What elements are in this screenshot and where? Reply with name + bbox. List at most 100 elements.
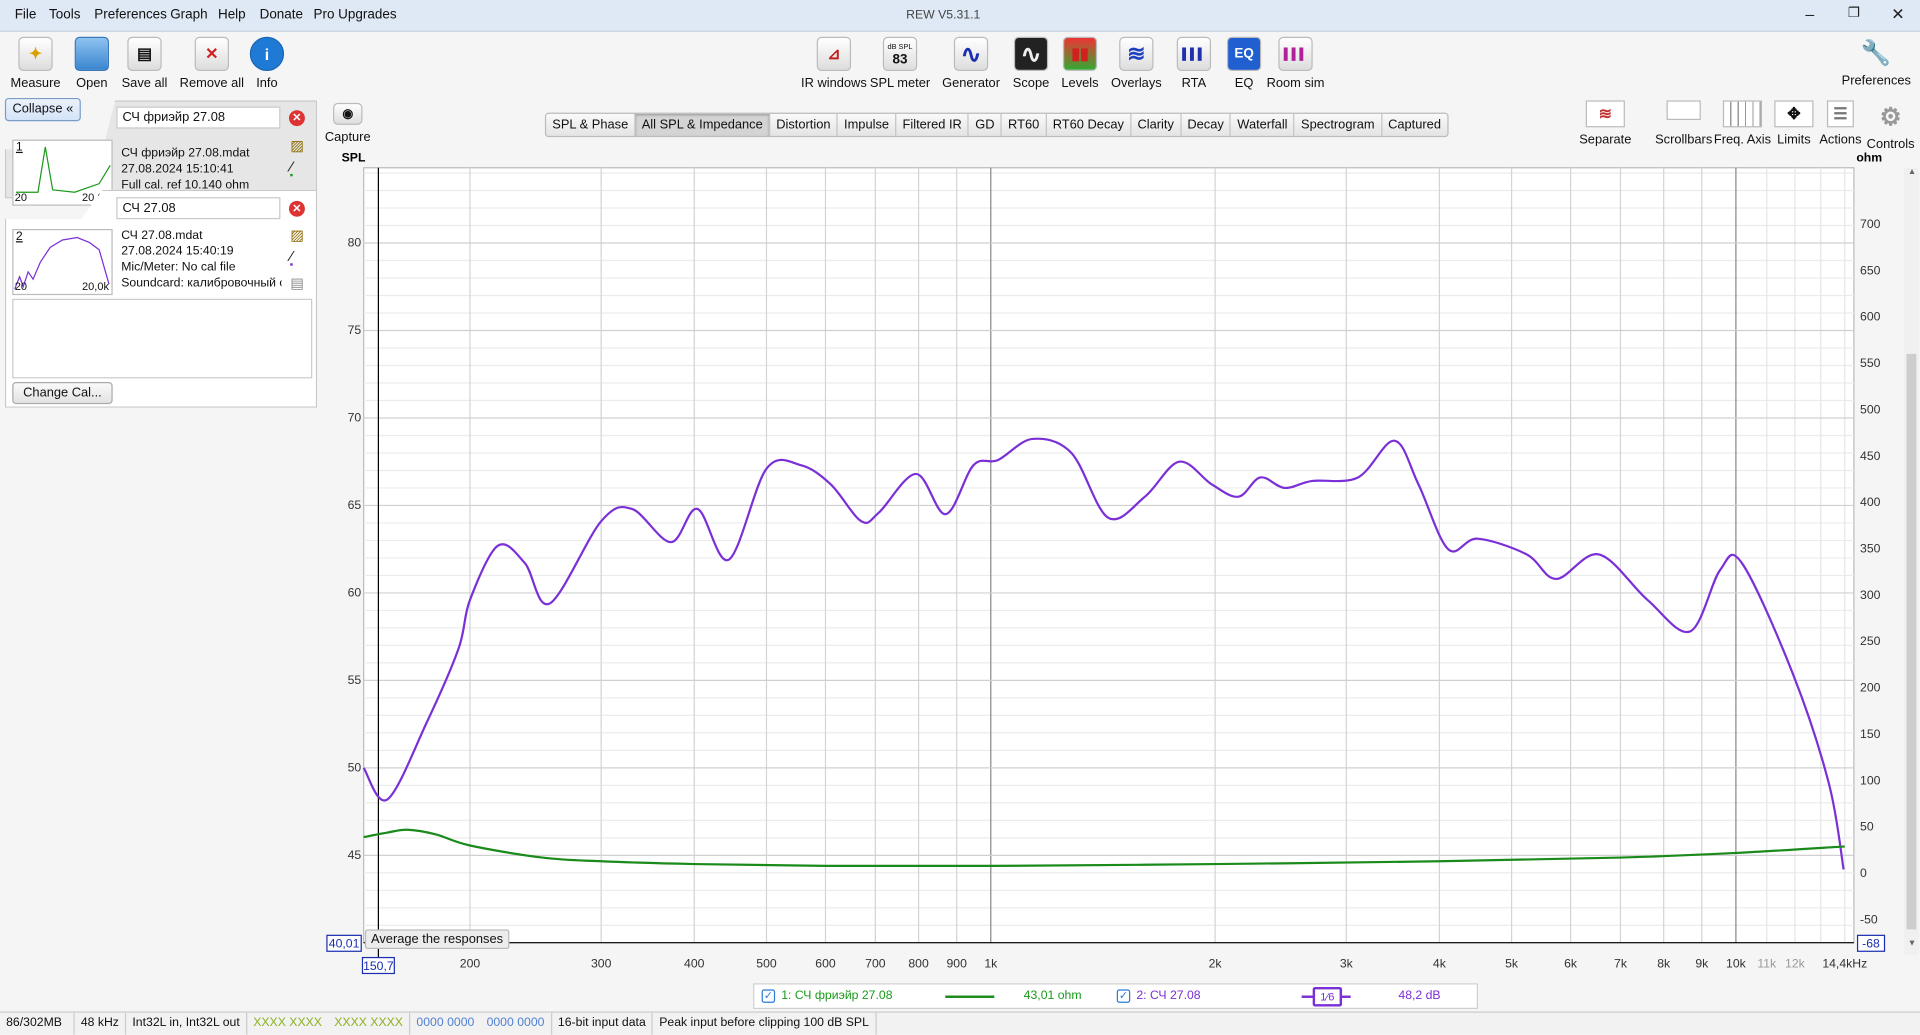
tab-waterfall[interactable]: Waterfall <box>1231 113 1295 136</box>
graph-legend: ✓ 1: СЧ фриэйр 27.08 43,01 ohm ✓ 2: СЧ 2… <box>753 983 1478 1009</box>
room-sim-button[interactable]: ▌▌▌ Room sim <box>1261 36 1330 91</box>
menu-pro-upgrades[interactable]: Pro Upgrades <box>313 7 396 22</box>
cursor-y2-readout: -68 <box>1862 937 1880 951</box>
tab-distortion[interactable]: Distortion <box>770 113 838 136</box>
gear-icon: ⚙ <box>1879 103 1902 131</box>
smoothing-indicator[interactable]: 1⁄6 <box>1312 986 1343 1007</box>
measurement-2-cal: Mic/Meter: No cal file <box>121 260 236 275</box>
measurement-2-visible-checkbox[interactable]: ✓ <box>1116 989 1131 1003</box>
status-input-bits: XXXX XXXX <box>253 1016 322 1030</box>
preferences-button[interactable]: 🔧 Preferences <box>1842 37 1911 88</box>
measurement-1-pen-icon[interactable]: ⁄ <box>290 159 293 177</box>
separate-icon: ≋ <box>1585 100 1625 128</box>
vertical-scrollbar[interactable]: ▲ ▼ <box>1904 167 1919 956</box>
tab-clarity[interactable]: Clarity <box>1131 113 1182 136</box>
levels-label: Levels <box>1061 75 1099 91</box>
eq-icon: EQ <box>1226 36 1262 72</box>
tab-gd[interactable]: GD <box>969 113 1002 136</box>
capture-label: Capture <box>324 129 371 145</box>
x-tick-label: 300 <box>591 956 612 970</box>
actions-icon: ☰ <box>1826 100 1854 128</box>
measurement-1-info: СЧ фриэйр 27.08.mdat 27.08.2024 15:10:41… <box>121 146 286 191</box>
y-tick-label: 80 <box>348 236 362 250</box>
chevron-double-left-icon: « <box>66 101 74 117</box>
levels-icon: ▮▮ <box>1062 36 1098 72</box>
y2-axis-label: ohm <box>1856 151 1882 165</box>
generator-button[interactable]: ∿ Generator <box>937 36 1006 91</box>
info-label: Info <box>256 75 278 91</box>
ir-windows-button[interactable]: ⊿ IR windows <box>800 36 869 91</box>
measurement-2-name-field[interactable]: СЧ 27.08 <box>116 197 281 220</box>
collapse-label: Collapse <box>12 101 63 117</box>
spl-meter-button[interactable]: dB SPL 83 SPL meter <box>866 36 935 91</box>
minimize-button[interactable]: – <box>1798 5 1822 23</box>
tab-decay[interactable]: Decay <box>1181 113 1232 136</box>
tab-spectrogram[interactable]: Spectrogram <box>1295 113 1382 136</box>
menu-tools[interactable]: Tools <box>49 7 80 22</box>
measurement-1-name-field[interactable]: СЧ фриэйр 27.08 <box>116 106 281 129</box>
y2-tick-label: 150 <box>1860 727 1881 741</box>
scrollbar-thumb[interactable] <box>1906 353 1917 930</box>
measurement-1-visible-checkbox[interactable]: ✓ <box>761 989 776 1003</box>
scroll-down-arrow-icon[interactable]: ▼ <box>1908 939 1916 948</box>
status-output-bits: 0000 0000 <box>416 1016 475 1030</box>
notes-area[interactable] <box>12 298 313 379</box>
x-tick-label: 8k <box>1657 956 1671 970</box>
y2-tick-label: 650 <box>1860 263 1881 277</box>
tab-impulse[interactable]: Impulse <box>838 113 897 136</box>
status-sample-rate: 48 kHz <box>75 1012 127 1035</box>
camera-icon: ◉ <box>333 102 363 125</box>
scope-label: Scope <box>1012 75 1050 91</box>
tooltip: Average the responses <box>364 929 510 949</box>
y2-tick-label: 0 <box>1860 866 1867 880</box>
menu-graph[interactable]: Graph <box>170 7 207 22</box>
x-tick-label: 600 <box>815 956 836 970</box>
y2-tick-label: 250 <box>1860 634 1881 648</box>
info-button[interactable]: i Info <box>233 36 302 91</box>
scroll-up-arrow-icon[interactable]: ▲ <box>1908 168 1916 177</box>
tab-filtered-ir[interactable]: Filtered IR <box>896 113 970 136</box>
status-memory: 86/302MB <box>0 1012 75 1035</box>
spl-impedance-graph[interactable]: 45 50 55 60 65 70 75 80 -50 0 50 100 150 200 250 300 350… <box>318 144 1904 989</box>
sine-wave-icon: ∿ <box>953 36 989 72</box>
separate-button[interactable]: ≋ Separate <box>1571 100 1640 147</box>
x-tick-label: 400 <box>684 956 705 970</box>
spl-meter-icon-value: 83 <box>892 52 908 68</box>
tab-rt60-decay[interactable]: RT60 Decay <box>1047 113 1132 136</box>
x-tick-label: 700 <box>865 956 886 970</box>
status-peak-input: Peak input before clipping 100 dB SPL <box>653 1012 877 1035</box>
tab-rt60[interactable]: RT60 <box>1002 113 1047 136</box>
measurement-2-save-icon[interactable]: ▨ <box>290 227 304 244</box>
maximize-button[interactable]: ❐ <box>1842 5 1866 21</box>
measurement-1-save-icon[interactable]: ▨ <box>290 137 304 154</box>
capture-button[interactable]: ◉ Capture <box>313 102 382 145</box>
x-tick-label: 900 <box>946 956 967 970</box>
status-input-data: 16-bit input data <box>552 1012 654 1035</box>
measurement-2-notes-icon[interactable]: ▤ <box>290 274 304 291</box>
save-all-button[interactable]: ▤ Save all <box>110 36 179 91</box>
menu-donate[interactable]: Donate <box>260 7 303 22</box>
x-tick-label: 6k <box>1564 956 1578 970</box>
close-button[interactable]: ✕ <box>1886 5 1910 25</box>
tab-captured[interactable]: Captured <box>1382 114 1447 136</box>
menu-help[interactable]: Help <box>218 7 246 22</box>
y-tick-label: 70 <box>348 411 362 425</box>
measurement-2-thumbnail[interactable]: 2 20 20,0k <box>12 228 113 296</box>
room-sim-label: Room sim <box>1266 75 1325 91</box>
tab-all-spl-impedance[interactable]: All SPL & Impedance <box>635 113 771 136</box>
menu-preferences[interactable]: Preferences <box>94 7 167 22</box>
open-label: Open <box>76 75 108 91</box>
menu-file[interactable]: File <box>15 7 37 22</box>
remove-icon: ✕ <box>194 36 229 72</box>
measurement-2-pen-icon[interactable]: ⁄ <box>290 249 293 266</box>
collapse-button[interactable]: Collapse « <box>4 97 81 122</box>
legend-item-1: 1: СЧ фриэйр 27.08 <box>781 989 893 1003</box>
remove-measurement-2-icon[interactable]: ✕ <box>288 200 305 217</box>
measure-label: Measure <box>10 75 61 91</box>
tab-spl-phase[interactable]: SPL & Phase <box>546 113 636 136</box>
measurement-1-thumbnail[interactable]: 1 20 20,0k <box>12 139 113 206</box>
change-cal-button[interactable]: Change Cal... <box>12 382 113 405</box>
remove-measurement-1-icon[interactable]: ✕ <box>288 110 305 127</box>
freq-axis-icon <box>1722 100 1763 128</box>
status-input-bits-2: XXXX XXXX <box>328 1012 411 1035</box>
